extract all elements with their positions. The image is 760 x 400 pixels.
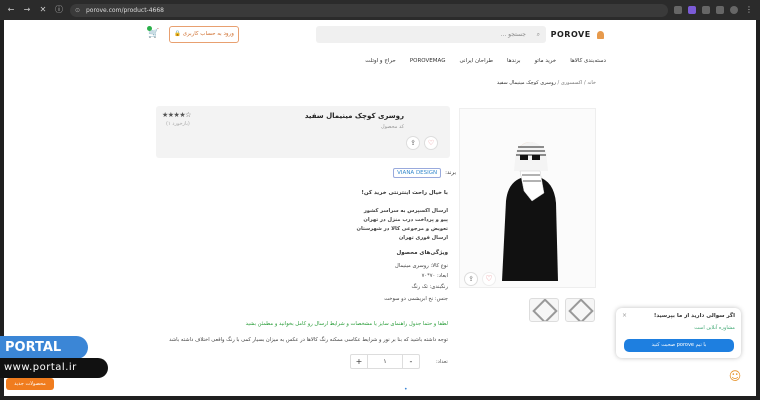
product-photo [502,142,558,281]
product-image[interactable]: ♡ ⇪ [459,108,596,288]
thumbnail-item[interactable] [529,298,559,322]
breadcrumb-category[interactable]: اکسسوری [561,80,583,86]
quantity-stepper: + ۱ - [350,354,420,369]
thumbnail-item[interactable] [565,298,595,322]
product-info-box: روسری کوچک مینیمال سفید کد محصول ★★★★☆ (… [156,106,450,158]
share-icon[interactable]: ⇪ [464,272,478,286]
shipping-title: با خیال راحت اینترنتی خرید کن! [361,190,448,196]
thumbnail-strip [529,298,595,322]
benefit-item: ارسال فوری تهران [398,235,448,241]
menu-item-brands[interactable]: برندها [507,58,521,64]
quantity-value[interactable]: ۱ [367,355,403,368]
extension-icon[interactable] [702,6,710,14]
bookmark-star-icon[interactable] [674,6,682,14]
color-notice: توجه داشته باشید که بنا بر نور و شرایط ع… [169,337,448,343]
quantity-label: تعداد: [436,359,448,365]
benefit-item: ارسال اکسپرس به سراسر کشور [363,208,448,214]
features-title: ویژگی‌های محصول [396,250,448,256]
login-label: ورود به حساب کاربری [182,31,234,37]
product-title: روسری کوچک مینیمال سفید [304,112,404,120]
profile-avatar[interactable] [730,6,738,14]
cart-badge [147,26,152,31]
benefit-item: پیو و پرداخت درب منزل در تهران [363,217,448,223]
share-icon[interactable]: ⇪ [406,136,420,150]
feature-item: رنگبندی: تک رنگ [411,284,448,290]
site-header: POROVE ⌕ جستجو ... ورود به حساب کاربری 🔒… [4,20,756,50]
breadcrumb-home[interactable]: خانه [587,80,596,86]
feature-item: نوع کالا: روسری مینیمال [394,263,448,269]
cart-icon[interactable]: 🛒 [147,26,160,39]
product-code: کد محصول [380,124,404,130]
favorite-heart-icon[interactable]: ♡ [482,272,496,286]
menu-kebab-icon[interactable]: ⋮ [744,5,754,15]
feature-item: جنس: نخ ابریشمی دو سوخت [384,296,448,302]
close-icon[interactable]: × [622,312,627,319]
search-placeholder: جستجو ... [500,31,526,38]
wishlist-heart-icon[interactable]: ♡ [424,136,438,150]
search-icon: ⌕ [536,31,540,38]
size-guide-notice: لطفا و حتما جدول راهنمای سایز یا مشخصات … [245,321,448,327]
brand-tag[interactable]: VIANA DESIGN [393,168,442,178]
breadcrumb: خانه / اکسسوری / روسری کوچک مینیمال سفید [496,80,596,86]
review-count[interactable]: (بازخورد ۱) [166,121,190,127]
web-page: POROVE ⌕ جستجو ... ورود به حساب کاربری 🔒… [4,20,756,396]
site-info-icon: ⊙ [75,6,81,14]
rating-stars: ★★★★☆ [162,111,191,119]
menu-item-designers[interactable]: طراحان ایرانی [459,58,493,64]
logo-text: POROVE [550,30,591,39]
benefit-item: تعویض و مرجوعی کالا در شهرستان [356,226,448,232]
login-button[interactable]: ورود به حساب کاربری 🔒 [169,26,239,43]
brand-row: برند: VIANA DESIGN [393,168,456,178]
menu-item-categories[interactable]: دسته‌بندی کالاها [570,58,606,64]
main-menu: دسته‌بندی کالاها خرید ماتو برندها طراحان… [4,54,756,68]
quantity-plus-button[interactable]: + [351,355,367,368]
logo-mark-icon [597,30,604,39]
watermark-portal: PORTAL [0,336,88,359]
extension-icon[interactable] [688,6,696,14]
menu-item-mag[interactable]: POROVEMAG [410,58,446,64]
new-products-badge[interactable]: محصولات جدید [6,378,54,390]
back-icon[interactable]: ← [6,5,16,15]
watermark-site: www.portal.ir [0,358,108,378]
close-icon[interactable]: ✕ [38,5,48,15]
feature-item: ابعاد: ۷۰*۷۰ [421,273,448,279]
start-chat-button[interactable]: با تیم porove صحبت کنید [624,339,734,352]
chat-question: اگر سوالی دارید از ما بپرسید! [653,313,735,319]
menu-item-mato[interactable]: خرید ماتو [535,58,557,64]
url-text: porove.com/product-4668 [86,6,164,14]
chat-widget: × اگر سوالی دارید از ما بپرسید! مشاوره آ… [616,308,741,358]
slider-dot[interactable]: • [404,386,408,393]
chat-online-status: مشاوره آنلاین است [694,325,735,331]
address-bar[interactable]: ⊙ porove.com/product-4668 [70,3,668,17]
browser-toolbar: ← → ✕ ⓘ ⊙ porove.com/product-4668 ⋮ [0,0,760,20]
menu-item-sale[interactable]: حراج و اوتلت [365,58,396,64]
brand-label: برند: [445,170,456,176]
extensions-puzzle-icon[interactable] [716,6,724,14]
site-logo[interactable]: POROVE [551,30,604,39]
forward-icon[interactable]: → [22,5,32,15]
search-input[interactable]: ⌕ جستجو ... [316,26,546,43]
breadcrumb-current: روسری کوچک مینیمال سفید [496,80,556,86]
info-icon[interactable]: ⓘ [54,5,64,15]
chat-mascot-icon[interactable]: ☺ [727,369,743,389]
quantity-minus-button[interactable]: - [403,355,419,368]
